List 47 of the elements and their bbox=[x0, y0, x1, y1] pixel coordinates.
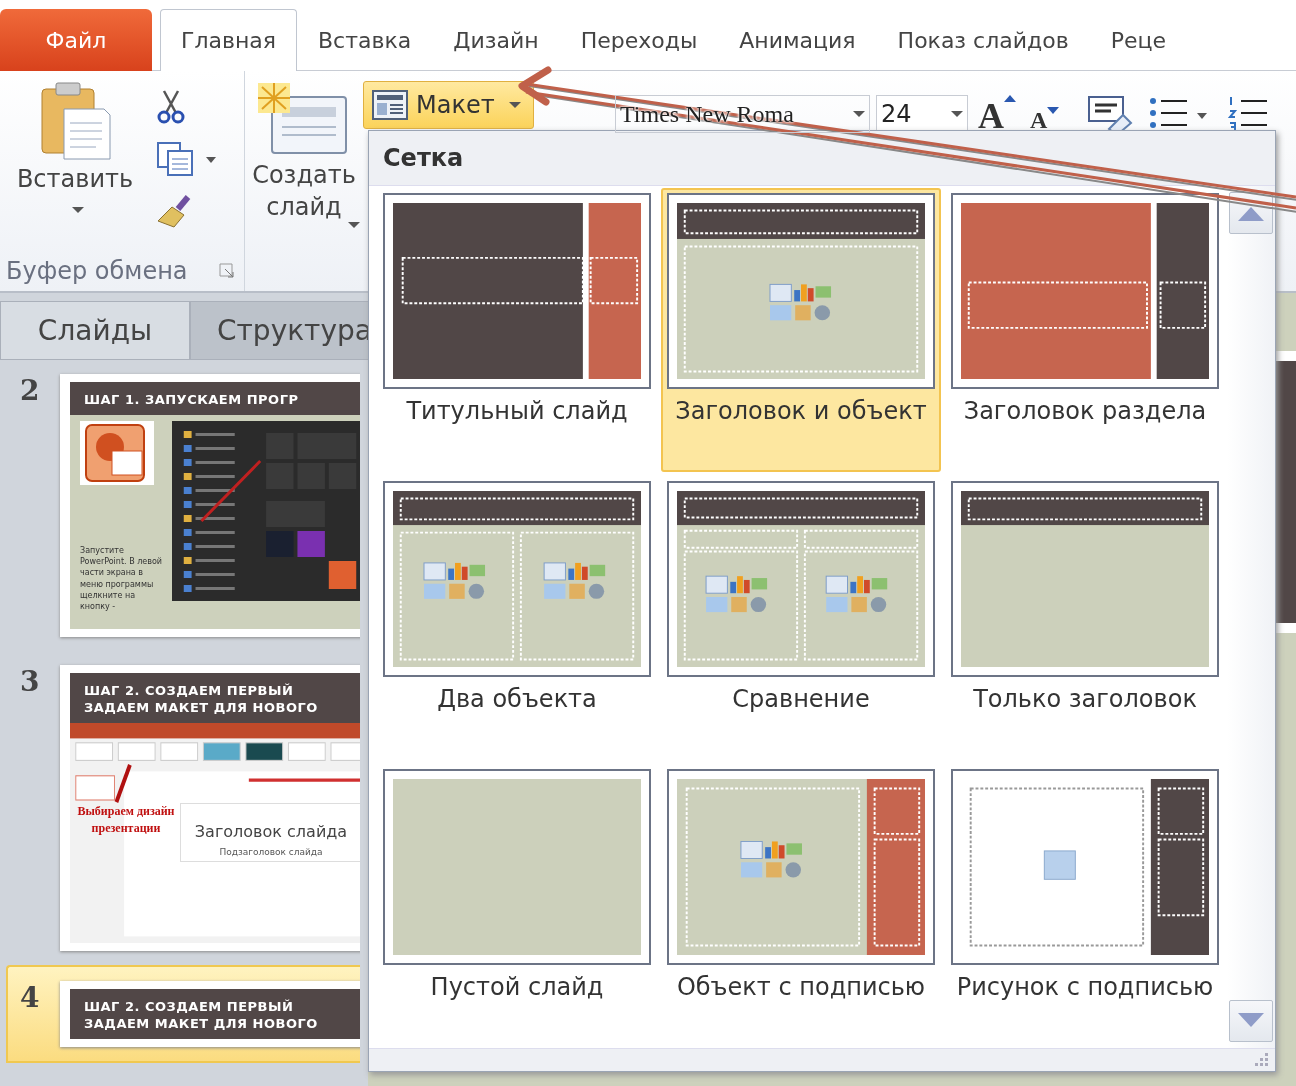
gallery-heading: Сетка bbox=[383, 144, 464, 172]
scissors-icon[interactable] bbox=[156, 89, 186, 125]
layout-icon bbox=[372, 90, 408, 120]
slide-number: 4 bbox=[20, 981, 41, 1016]
slide-subtitle-placeholder: Подзаголовок слайда bbox=[219, 847, 323, 857]
copy-icon[interactable] bbox=[156, 141, 218, 177]
font-size-field[interactable]: 24 bbox=[876, 95, 968, 133]
slide-title: ЗАДАЕМ МАКЕТ ДЛЯ НОВОГО bbox=[84, 700, 319, 715]
presentation-app-icon bbox=[80, 421, 154, 485]
ribbon-tab[interactable]: Переходы bbox=[559, 9, 719, 71]
layout-option[interactable]: Заголовок и объект bbox=[661, 188, 941, 472]
new-slide-icon bbox=[258, 83, 350, 157]
down-triangle-icon bbox=[1236, 1013, 1266, 1029]
up-triangle-icon bbox=[1236, 205, 1266, 221]
ribbon-tab[interactable]: Показ слайдов bbox=[876, 9, 1090, 71]
ribbon-tab[interactable]: Дизайн bbox=[432, 9, 560, 71]
slide-title: ШАГ 2. СОЗДАЕМ ПЕРВЫЙ bbox=[84, 999, 295, 1014]
slide-row[interactable]: 3 ШАГ 2. СОЗДАЕМ ПЕРВЫЙ ЗАДАЕМ МАКЕТ ДЛЯ НОВОГО Выбираем дизайн презентации Заголовок слайда Подзаголовок слайда bbox=[0, 651, 360, 965]
resize-grip-icon[interactable] bbox=[1253, 1053, 1269, 1067]
slide-title-placeholder: Заголовок слайда bbox=[194, 822, 348, 841]
slide-number: 3 bbox=[20, 665, 41, 700]
slide-title: ЗАДАЕМ МАКЕТ ДЛЯ НОВОГО bbox=[84, 1016, 319, 1031]
ribbon-tab[interactable]: Вставка bbox=[297, 9, 433, 71]
group-label: Буфер обмена bbox=[6, 257, 188, 285]
caret-icon bbox=[72, 207, 84, 213]
ribbon-tab[interactable]: Анимация bbox=[718, 9, 877, 71]
slide-number: 2 bbox=[20, 374, 41, 409]
ribbon-tab[interactable]: Главная bbox=[160, 9, 298, 71]
slide-caption: Выбираем дизайн презентации bbox=[76, 803, 176, 837]
clipboard-icon bbox=[38, 79, 112, 161]
slide-thumbnail[interactable]: ШАГ 2. СОЗДАЕМ ПЕРВЫЙ ЗАДАЕМ МАКЕТ ДЛЯ НОВОГО bbox=[60, 981, 360, 1047]
slide-row[interactable]: 2 ШАГ 1. ЗАПУСКАЕМ ПРОГР Запустите PowerPoint. В левой части экрана в меню программы щелкните на кнопку - bbox=[0, 360, 360, 651]
new-slide-button[interactable]: Создать слайд bbox=[245, 71, 363, 221]
selected-slide-row[interactable]: 4 ШАГ 2. СОЗДАЕМ ПЕРВЫЙ ЗАДАЕМ МАКЕТ ДЛЯ НОВОГО bbox=[6, 965, 360, 1063]
caret-icon bbox=[508, 102, 521, 108]
slide-title: ШАГ 1. ЗАПУСКАЕМ ПРОГР bbox=[84, 392, 300, 407]
ribbon-tab[interactable]: Реце bbox=[1089, 9, 1187, 71]
paste-button[interactable]: Вставить bbox=[0, 79, 150, 229]
slide-thumbnail[interactable]: ШАГ 1. ЗАПУСКАЕМ ПРОГР Запустите PowerPoint. В левой части экрана в меню программы щелкните на кнопку - bbox=[60, 374, 360, 637]
dialog-launcher-icon[interactable] bbox=[218, 262, 236, 280]
slide-title: ШАГ 2. СОЗДАЕМ ПЕРВЫЙ bbox=[84, 683, 295, 698]
slide-caption: Запустите PowerPoint. В левой части экрана в меню программы щелкните на кнопку - bbox=[80, 545, 163, 613]
pane-tab[interactable]: Слайды bbox=[0, 301, 190, 359]
file-tab[interactable]: Файл bbox=[0, 9, 152, 71]
slide-thumbnail[interactable]: ШАГ 2. СОЗДАЕМ ПЕРВЫЙ ЗАДАЕМ МАКЕТ ДЛЯ НОВОГО Выбираем дизайн презентации Заголовок слайда Подзаголовок слайда bbox=[60, 665, 360, 951]
layout-button[interactable]: Макет bbox=[363, 81, 534, 129]
caret-icon bbox=[348, 222, 360, 228]
